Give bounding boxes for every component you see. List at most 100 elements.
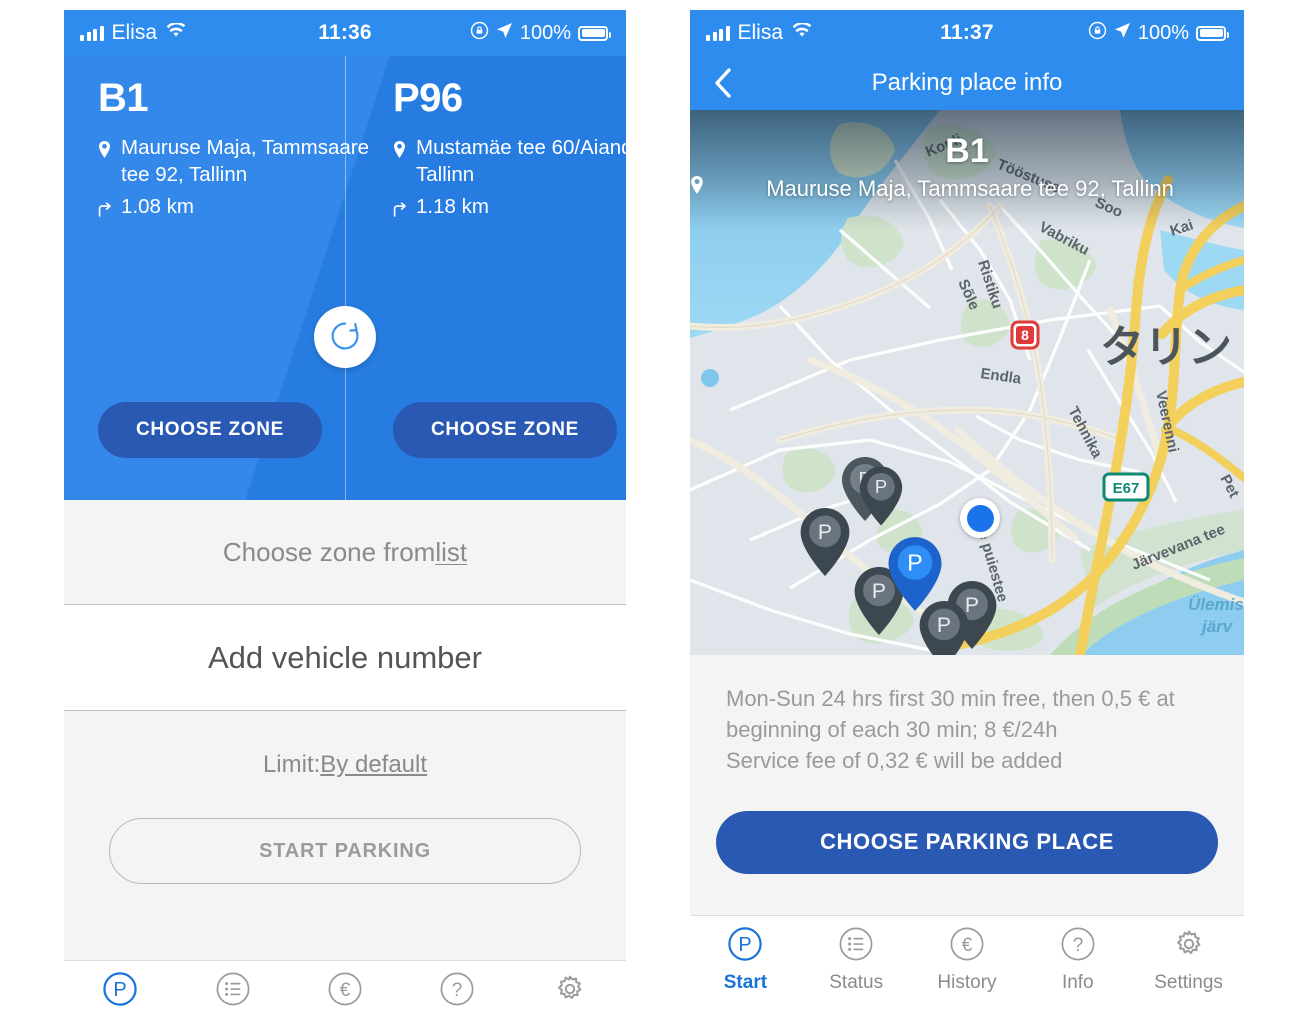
battery-percent-label: 100% xyxy=(1137,21,1189,44)
screenshot-stage: Elisa 11:36 100% B1 Mauruse Maja, Tammsa… xyxy=(0,0,1308,1020)
map-city-label-jp: タリン xyxy=(1100,322,1232,373)
svg-text:P: P xyxy=(114,979,127,1001)
zone-address: Mauruse Maja, Tammsaare tee 92, Tallinn xyxy=(121,136,369,187)
tab-settings[interactable]: Settings xyxy=(1133,926,1244,994)
tab-info[interactable]: ? Info xyxy=(401,971,513,1010)
zone-cards-panel: B1 Mauruse Maja, Tammsaare tee 92, Talli… xyxy=(64,56,626,500)
tariff-info: Mon-Sun 24 hrs first 30 min free, then 0… xyxy=(690,655,1244,777)
signal-bars-icon xyxy=(80,25,104,41)
choose-zone-prefix: Choose zone from xyxy=(222,536,436,567)
map-view[interactable]: Kopli Tööstuse Soo Kai Vabriku Ristiku S… xyxy=(690,110,1244,655)
map-place-address-row: Mauruse Maja, Tammsaare tee 92, Tallinn xyxy=(690,176,1244,202)
choose-parking-place-button[interactable]: CHOOSE PARKING PLACE xyxy=(716,810,1218,874)
choose-zone-button-b1[interactable]: CHOOSE ZONE xyxy=(98,402,322,458)
road-shield-green: E67 xyxy=(1102,472,1150,502)
battery-percent-label: 100% xyxy=(519,21,571,44)
tab-bar: P Start Status € History ? Info xyxy=(64,960,626,1010)
back-chevron-icon[interactable] xyxy=(706,66,740,100)
tab-history[interactable]: € History xyxy=(912,926,1023,994)
rotation-lock-icon xyxy=(1088,21,1107,46)
zone-card-p96[interactable]: P96 Mustamäe tee 60/Aiandi 4, Tallinn 1.… xyxy=(369,56,626,500)
user-location-dot xyxy=(960,498,1000,538)
tab-status[interactable]: Status xyxy=(801,926,912,994)
zone-distance: 1.08 km xyxy=(121,194,194,218)
map-place-address: Mauruse Maja, Tammsaare tee 92, Tallinn xyxy=(766,176,1174,201)
tab-label: History xyxy=(937,971,997,993)
signal-bars-icon xyxy=(706,25,730,41)
tariff-line-1: Mon-Sun 24 hrs first 30 min free, then 0… xyxy=(726,686,1175,711)
svg-text:P: P xyxy=(872,580,886,603)
gear-icon xyxy=(552,971,588,1010)
map-parking-pin[interactable]: P xyxy=(858,465,904,527)
limit-value-link[interactable]: By default xyxy=(320,751,427,779)
road-shield-red: 8 xyxy=(1010,320,1040,350)
refresh-button[interactable] xyxy=(314,306,376,368)
tab-status[interactable]: Status xyxy=(176,971,288,1010)
svg-text:P: P xyxy=(875,476,887,497)
svg-text:?: ? xyxy=(1072,935,1083,956)
bottom-spacer xyxy=(690,873,1244,915)
zone-card-b1[interactable]: B1 Mauruse Maja, Tammsaare tee 92, Talli… xyxy=(64,56,369,500)
tab-start[interactable]: P Start xyxy=(64,971,176,1010)
svg-text:€: € xyxy=(340,980,351,1001)
choose-zone-list-link[interactable]: list xyxy=(435,537,467,568)
map-water-label: Ülemiste xyxy=(1188,595,1244,614)
tab-label: Settings xyxy=(1154,971,1223,993)
bottom-spacer xyxy=(64,918,626,960)
zone-address: Mustamäe tee 60/Aiandi 4, Tallinn xyxy=(416,136,626,187)
zone-address-row: Mauruse Maja, Tammsaare tee 92, Tallinn xyxy=(98,134,369,189)
phone-screen-parking-place-info: Elisa 11:37 100% Parking place info Vabr… xyxy=(690,10,1244,1010)
choose-parking-place-section: CHOOSE PARKING PLACE xyxy=(690,776,1244,874)
tab-bar: P Start Status € History ? Info xyxy=(690,914,1244,1001)
euro-icon: € xyxy=(949,926,985,967)
choose-zone-from-list[interactable]: Choose zone from list xyxy=(64,500,626,604)
start-parking-section: START PARKING xyxy=(64,818,626,918)
question-icon: ? xyxy=(1060,926,1096,967)
zone-address-row: Mustamäe tee 60/Aiandi 4, Tallinn xyxy=(393,134,626,189)
add-vehicle-number-field[interactable]: Add vehicle number xyxy=(64,604,626,710)
map-water-label: järv xyxy=(1200,617,1234,636)
tab-history[interactable]: € History xyxy=(289,971,401,1010)
tab-info[interactable]: ? Info xyxy=(1022,926,1133,994)
svg-text:P: P xyxy=(739,934,752,956)
zone-distance-row: 1.18 km xyxy=(393,193,626,224)
status-bar-left: Elisa xyxy=(706,21,813,45)
tab-label: Status xyxy=(829,971,884,993)
map-place-code: B1 xyxy=(945,132,989,170)
svg-text:P: P xyxy=(818,521,832,544)
tariff-line-2: beginning of each 30 min; 8 €/24h xyxy=(726,717,1058,743)
location-arrow-icon xyxy=(1114,22,1131,45)
svg-text:8: 8 xyxy=(1021,327,1029,343)
wifi-icon xyxy=(165,21,187,45)
tab-start[interactable]: P Start xyxy=(690,926,801,994)
question-icon: ? xyxy=(439,971,475,1010)
wifi-icon xyxy=(791,21,813,45)
nav-bar: Parking place info xyxy=(690,56,1244,110)
limit-prefix: Limit: xyxy=(262,750,321,778)
limit-row[interactable]: Limit: By default xyxy=(64,710,626,818)
page-title: Parking place info xyxy=(871,69,1063,96)
location-arrow-icon xyxy=(496,22,513,45)
tab-label: Start xyxy=(723,971,768,993)
start-parking-button[interactable]: START PARKING xyxy=(109,818,581,884)
status-bar: Elisa 11:36 100% xyxy=(64,10,626,56)
map-parking-pin[interactable]: P xyxy=(798,507,852,577)
tab-label: Info xyxy=(1061,971,1094,993)
carrier-label: Elisa xyxy=(737,21,784,44)
choose-zone-button-p96[interactable]: CHOOSE ZONE xyxy=(393,402,617,458)
parking-p-icon: P xyxy=(102,971,138,1010)
parking-p-icon: P xyxy=(727,926,763,967)
tab-settings[interactable]: Settings xyxy=(514,971,626,1010)
rotation-lock-icon xyxy=(470,21,489,46)
zone-distance-row: 1.08 km xyxy=(98,193,369,224)
svg-text:E67: E67 xyxy=(1113,480,1140,497)
battery-icon xyxy=(1196,25,1229,41)
list-icon xyxy=(215,971,251,1010)
directions-arrow-icon xyxy=(98,193,113,224)
status-bar-right: 100% xyxy=(470,21,611,46)
map-parking-pin-selected[interactable]: P xyxy=(886,536,944,612)
svg-text:P: P xyxy=(937,614,951,637)
status-bar-left: Elisa xyxy=(80,21,187,45)
gear-icon xyxy=(1171,926,1207,967)
status-bar: Elisa 11:37 100% xyxy=(690,10,1244,56)
